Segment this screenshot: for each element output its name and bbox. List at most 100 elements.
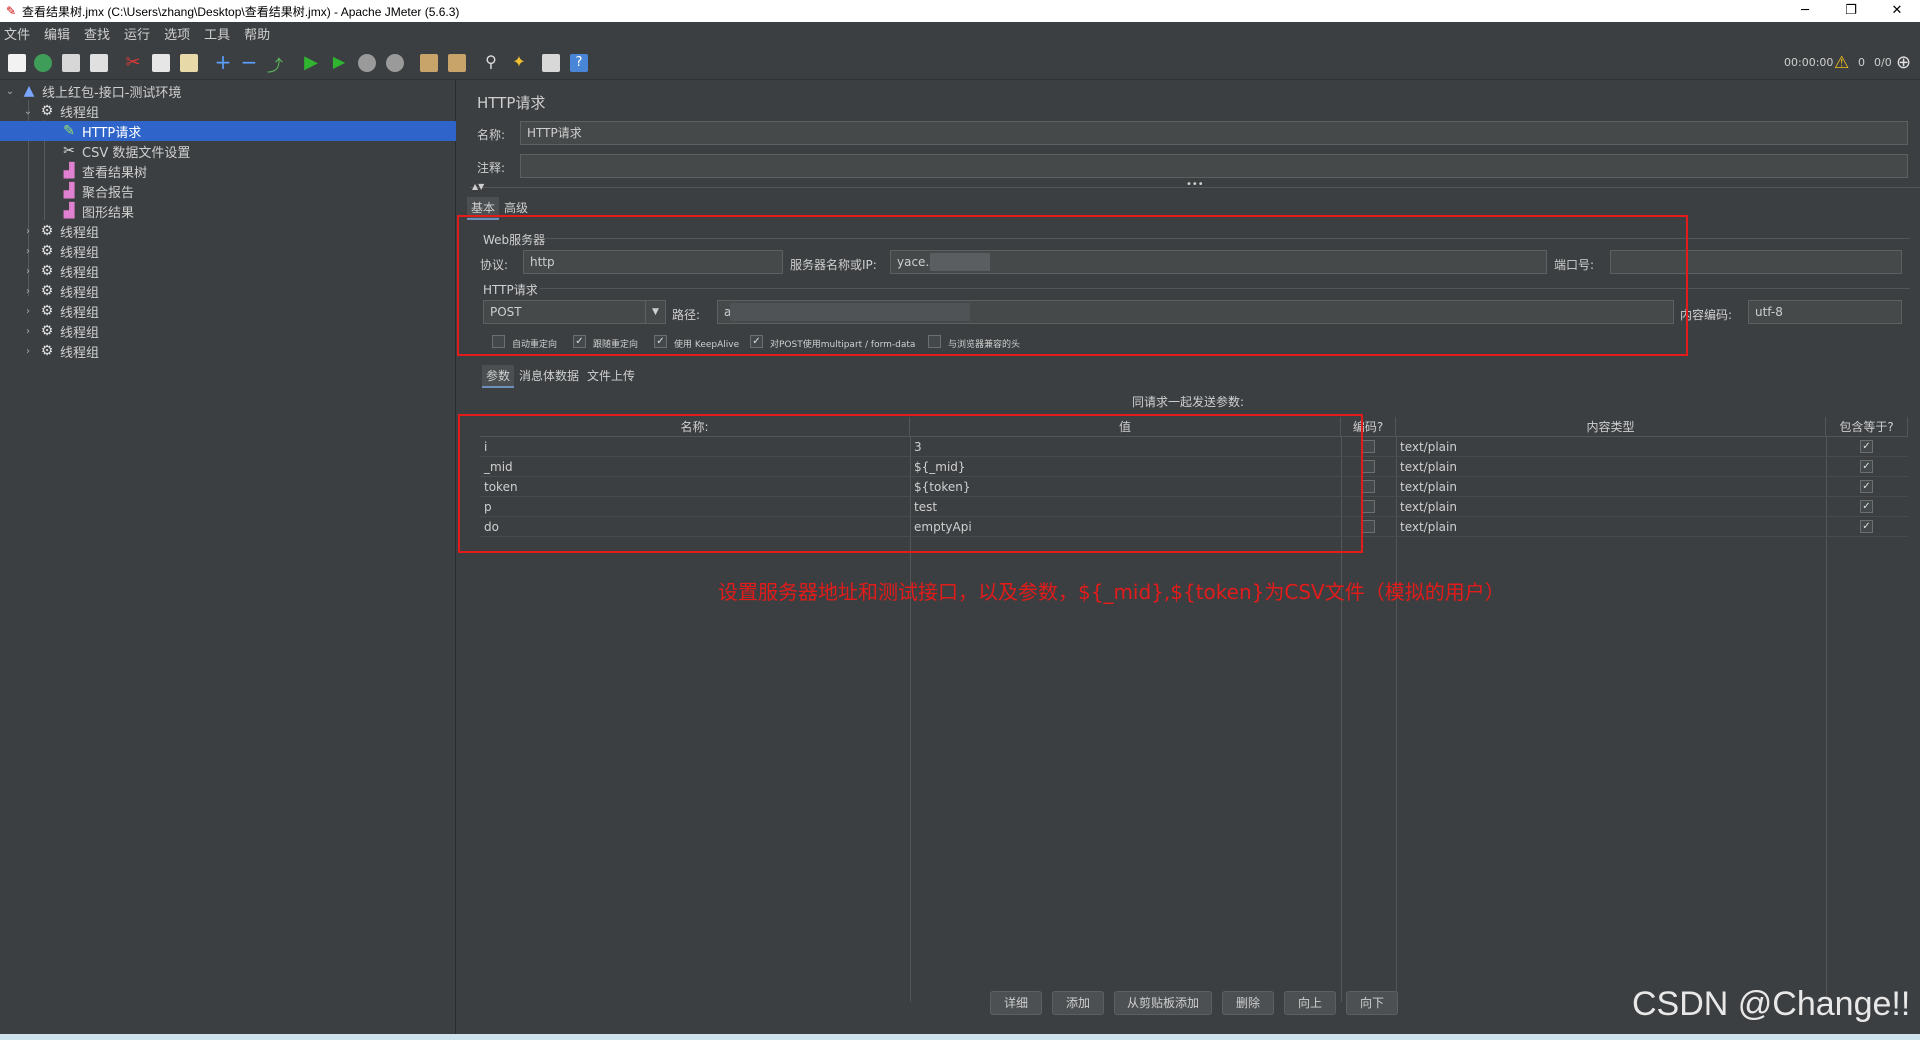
- menu-edit[interactable]: 编辑: [44, 24, 70, 43]
- encode-checkbox[interactable]: [1362, 520, 1375, 533]
- stop-icon[interactable]: [356, 52, 378, 74]
- tree-item-csv-config[interactable]: ✂ CSV 数据文件设置: [60, 141, 450, 161]
- tab-file-upload[interactable]: 文件上传: [583, 365, 639, 386]
- menu-run[interactable]: 运行: [124, 24, 150, 43]
- tree-item-aggregate-report[interactable]: ▟ 聚合报告: [60, 181, 450, 201]
- collapse-arrow-icon[interactable]: ⌄: [22, 106, 34, 117]
- expand-arrow-icon[interactable]: ›: [22, 306, 34, 317]
- templates-icon[interactable]: [32, 52, 54, 74]
- remote-icon[interactable]: ⊕: [1896, 52, 1911, 73]
- encode-checkbox[interactable]: [1362, 460, 1375, 473]
- toolbar: ✂ + − ⤴ ▶ ▶ ⚲ ✦ ? 00:00:00 ⚠ 0 0/0 ⊕: [0, 44, 1920, 80]
- move-up-button[interactable]: 向上: [1284, 991, 1336, 1015]
- new-icon[interactable]: [6, 52, 28, 74]
- param-content-type[interactable]: text/plain: [1396, 497, 1457, 517]
- shutdown-icon[interactable]: [384, 52, 406, 74]
- start-icon[interactable]: ▶: [300, 52, 322, 74]
- expand-arrow-icon[interactable]: ›: [22, 346, 34, 357]
- toggle-icon[interactable]: ⤴: [264, 52, 286, 75]
- clear-icon[interactable]: [418, 52, 440, 74]
- menu-options[interactable]: 选项: [164, 24, 190, 43]
- tree-item-http-request[interactable]: ✎ HTTP请求: [0, 121, 456, 141]
- tree-thread-group[interactable]: › ⚙ 线程组: [22, 281, 452, 301]
- start-no-pauses-icon[interactable]: ▶: [328, 52, 350, 74]
- copy-icon[interactable]: [150, 52, 172, 74]
- expand-arrow-icon[interactable]: ›: [22, 266, 34, 277]
- expand-arrow-icon[interactable]: ›: [22, 286, 34, 297]
- move-down-button[interactable]: 向下: [1346, 991, 1398, 1015]
- splitter-arrows-icon[interactable]: ▲▼: [472, 182, 484, 191]
- tree-thread-group[interactable]: › ⚙ 线程组: [22, 241, 452, 261]
- function-helper-icon[interactable]: [540, 52, 562, 74]
- detail-button[interactable]: 详细: [990, 991, 1042, 1015]
- menu-search[interactable]: 查找: [84, 24, 110, 43]
- reset-search-icon[interactable]: ✦: [508, 52, 530, 74]
- include-equals-checkbox[interactable]: ✓: [1860, 440, 1873, 453]
- collapse-icon[interactable]: −: [238, 52, 260, 74]
- tab-parameters[interactable]: 参数: [482, 365, 515, 388]
- name-label: 名称:: [477, 128, 506, 142]
- tree-item-graph-results[interactable]: ▟ 图形结果: [60, 201, 450, 221]
- include-equals-checkbox[interactable]: ✓: [1860, 460, 1873, 473]
- window-titlebar: ✎ 查看结果树.jmx (C:\Users\zhang\Desktop\查看结果…: [0, 0, 1920, 22]
- cut-icon[interactable]: ✂: [122, 52, 144, 74]
- listener-chart-icon: ▟: [63, 163, 75, 179]
- expand-icon[interactable]: +: [212, 52, 234, 74]
- search-icon[interactable]: ⚲: [480, 52, 502, 74]
- menu-help[interactable]: 帮助: [244, 24, 270, 43]
- tree-thread-group[interactable]: › ⚙ 线程组: [22, 301, 452, 321]
- collapse-arrow-icon[interactable]: ⌄: [4, 86, 16, 97]
- close-button[interactable]: ✕: [1874, 0, 1920, 22]
- listener-chart-icon: ▟: [63, 183, 75, 199]
- col-header-include-equals[interactable]: 包含等于?: [1826, 417, 1908, 437]
- minimize-button[interactable]: ─: [1782, 0, 1828, 22]
- restore-button[interactable]: ❐: [1828, 0, 1874, 22]
- tree-node-label: 线程组: [60, 325, 100, 341]
- include-equals-checkbox[interactable]: ✓: [1860, 500, 1873, 513]
- add-from-clipboard-button[interactable]: 从剪贴板添加: [1114, 991, 1212, 1015]
- tree-thread-group[interactable]: ⌄ ⚙ 线程组: [22, 101, 452, 121]
- param-content-type[interactable]: text/plain: [1396, 437, 1457, 457]
- add-button[interactable]: 添加: [1052, 991, 1104, 1015]
- clear-all-icon[interactable]: [446, 52, 468, 74]
- elapsed-timer: 00:00:00: [1784, 56, 1834, 69]
- param-content-type[interactable]: text/plain: [1396, 477, 1457, 497]
- expand-arrow-icon[interactable]: ›: [22, 326, 34, 337]
- tree-thread-group[interactable]: › ⚙ 线程组: [22, 341, 452, 361]
- param-content-type[interactable]: text/plain: [1396, 457, 1457, 477]
- comment-field[interactable]: [520, 154, 1908, 178]
- encoding-field[interactable]: utf-8: [1748, 300, 1902, 324]
- tree-node-label: CSV 数据文件设置: [82, 145, 191, 161]
- tree-node-label: 线程组: [60, 245, 100, 261]
- tree-root-test-plan[interactable]: ⌄ ▲ 线上红包-接口-测试环境: [4, 81, 454, 101]
- jmeter-feather-icon: ✎: [5, 4, 17, 18]
- expand-arrow-icon[interactable]: ›: [22, 246, 34, 257]
- help-icon[interactable]: ?: [568, 52, 590, 74]
- params-caption: 同请求一起发送参数:: [1132, 395, 1245, 409]
- param-content-type[interactable]: text/plain: [1396, 517, 1457, 537]
- col-header-content-type[interactable]: 内容类型: [1396, 417, 1826, 437]
- menu-tools[interactable]: 工具: [204, 24, 230, 43]
- encode-checkbox[interactable]: [1362, 480, 1375, 493]
- expand-arrow-icon[interactable]: ›: [22, 226, 34, 237]
- paste-icon[interactable]: [178, 52, 200, 74]
- tree-thread-group[interactable]: › ⚙ 线程组: [22, 321, 452, 341]
- menu-file[interactable]: 文件: [4, 24, 30, 43]
- open-icon[interactable]: [60, 52, 82, 74]
- include-equals-checkbox[interactable]: ✓: [1860, 480, 1873, 493]
- tree-item-result-tree[interactable]: ▟ 查看结果树: [60, 161, 450, 181]
- delete-button[interactable]: 删除: [1222, 991, 1274, 1015]
- encode-checkbox[interactable]: [1362, 500, 1375, 513]
- include-equals-checkbox[interactable]: ✓: [1860, 520, 1873, 533]
- annotation-highlight-box: [457, 215, 1688, 356]
- warning-icon[interactable]: ⚠: [1834, 53, 1849, 73]
- tree-thread-group[interactable]: › ⚙ 线程组: [22, 221, 452, 241]
- splitter-grip-icon[interactable]: •••: [1186, 179, 1204, 190]
- tab-body-data[interactable]: 消息体数据: [515, 365, 583, 386]
- encode-checkbox[interactable]: [1362, 440, 1375, 453]
- name-field[interactable]: HTTP请求: [520, 121, 1908, 145]
- window-title: 查看结果树.jmx (C:\Users\zhang\Desktop\查看结果树.…: [22, 4, 460, 19]
- save-icon[interactable]: [88, 52, 110, 74]
- listener-chart-icon: ▟: [63, 203, 75, 219]
- tree-thread-group[interactable]: › ⚙ 线程组: [22, 261, 452, 281]
